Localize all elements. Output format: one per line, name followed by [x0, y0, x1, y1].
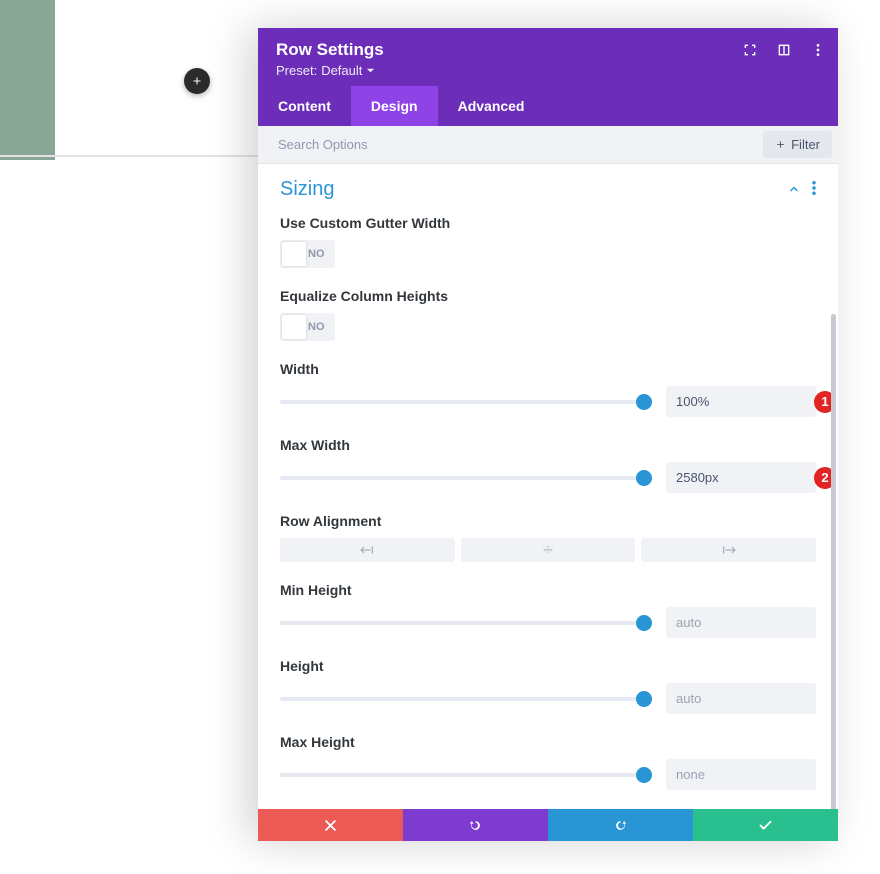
width-input[interactable] — [666, 386, 816, 417]
collapse-icon[interactable] — [788, 182, 800, 198]
minheight-input[interactable] — [666, 607, 816, 638]
preset-dropdown[interactable]: Preset: Default — [276, 63, 820, 78]
filter-button[interactable]: Filter — [763, 131, 832, 158]
caret-down-icon — [366, 66, 375, 75]
slider-thumb[interactable] — [636, 767, 652, 783]
maxwidth-label: Max Width — [280, 437, 816, 453]
equalize-toggle[interactable]: NO — [280, 313, 335, 341]
header-action-icons — [742, 42, 826, 58]
slider-thumb[interactable] — [636, 470, 652, 486]
align-left-button[interactable] — [280, 538, 455, 562]
field-gutter: Use Custom Gutter Width NO — [280, 215, 816, 268]
gutter-toggle-state: NO — [308, 248, 325, 260]
align-right-icon — [721, 544, 737, 556]
filter-label: Filter — [791, 137, 820, 152]
confirm-button[interactable] — [693, 809, 838, 841]
panel-scroll[interactable]: Sizing Use Custom Gutter Width NO — [258, 164, 838, 809]
redo-icon — [613, 818, 628, 833]
search-input[interactable] — [258, 126, 757, 163]
slider-thumb[interactable] — [636, 615, 652, 631]
align-center-button[interactable] — [461, 538, 636, 562]
expand-icon[interactable] — [742, 42, 758, 58]
plus-icon — [775, 139, 786, 150]
undo-button[interactable] — [403, 809, 548, 841]
maxheight-slider[interactable] — [280, 767, 646, 783]
field-max-height: Max Height — [280, 734, 816, 790]
cancel-button[interactable] — [258, 809, 403, 841]
tab-design[interactable]: Design — [351, 86, 438, 126]
field-row-alignment: Row Alignment — [280, 513, 816, 562]
align-right-button[interactable] — [641, 538, 816, 562]
undo-icon — [468, 818, 483, 833]
toggle-knob — [282, 242, 306, 266]
tab-advanced[interactable]: Advanced — [438, 86, 545, 126]
height-slider[interactable] — [280, 691, 646, 707]
panel-footer — [258, 809, 838, 841]
minheight-slider[interactable] — [280, 615, 646, 631]
field-min-height: Min Height — [280, 582, 816, 638]
redo-button[interactable] — [548, 809, 693, 841]
row-settings-panel: Row Settings Preset: Default Content Des… — [258, 28, 838, 841]
maxheight-label: Max Height — [280, 734, 816, 750]
panel-title: Row Settings — [276, 40, 820, 60]
panel-body: Sizing Use Custom Gutter Width NO — [258, 164, 838, 809]
slider-thumb[interactable] — [636, 691, 652, 707]
toggle-knob — [282, 315, 306, 339]
align-center-icon — [540, 544, 556, 556]
width-label: Width — [280, 361, 816, 377]
field-height: Height — [280, 658, 816, 714]
close-icon — [323, 818, 338, 833]
row-alignment-label: Row Alignment — [280, 513, 816, 529]
section-title-sizing: Sizing — [280, 178, 334, 201]
height-label: Height — [280, 658, 816, 674]
page-background-divider — [0, 155, 260, 157]
gutter-toggle[interactable]: NO — [280, 240, 335, 268]
tabs: Content Design Advanced — [258, 86, 838, 126]
more-icon[interactable] — [810, 42, 826, 58]
equalize-toggle-state: NO — [308, 321, 325, 333]
section-more-icon[interactable] — [812, 181, 816, 198]
search-row: Filter — [258, 126, 838, 164]
equalize-label: Equalize Column Heights — [280, 288, 816, 304]
scrollbar[interactable] — [831, 314, 836, 809]
gutter-label: Use Custom Gutter Width — [280, 215, 816, 231]
align-left-icon — [359, 544, 375, 556]
maxwidth-input[interactable] — [666, 462, 816, 493]
columns-icon[interactable] — [776, 42, 792, 58]
check-icon — [758, 818, 773, 833]
preset-value: Default — [321, 63, 362, 78]
height-input[interactable] — [666, 683, 816, 714]
section-sizing: Sizing Use Custom Gutter Width NO — [258, 164, 838, 809]
field-max-width: Max Width 2 — [280, 437, 816, 493]
maxwidth-slider[interactable] — [280, 470, 646, 486]
panel-header: Row Settings Preset: Default — [258, 28, 838, 86]
add-module-button[interactable] — [184, 68, 210, 94]
maxheight-input[interactable] — [666, 759, 816, 790]
slider-thumb[interactable] — [636, 394, 652, 410]
width-slider[interactable] — [280, 394, 646, 410]
field-equalize: Equalize Column Heights NO — [280, 288, 816, 341]
preset-prefix: Preset: — [276, 63, 317, 78]
minheight-label: Min Height — [280, 582, 816, 598]
field-width: Width 1 — [280, 361, 816, 417]
tab-content[interactable]: Content — [258, 86, 351, 126]
page-background-block — [0, 0, 55, 160]
